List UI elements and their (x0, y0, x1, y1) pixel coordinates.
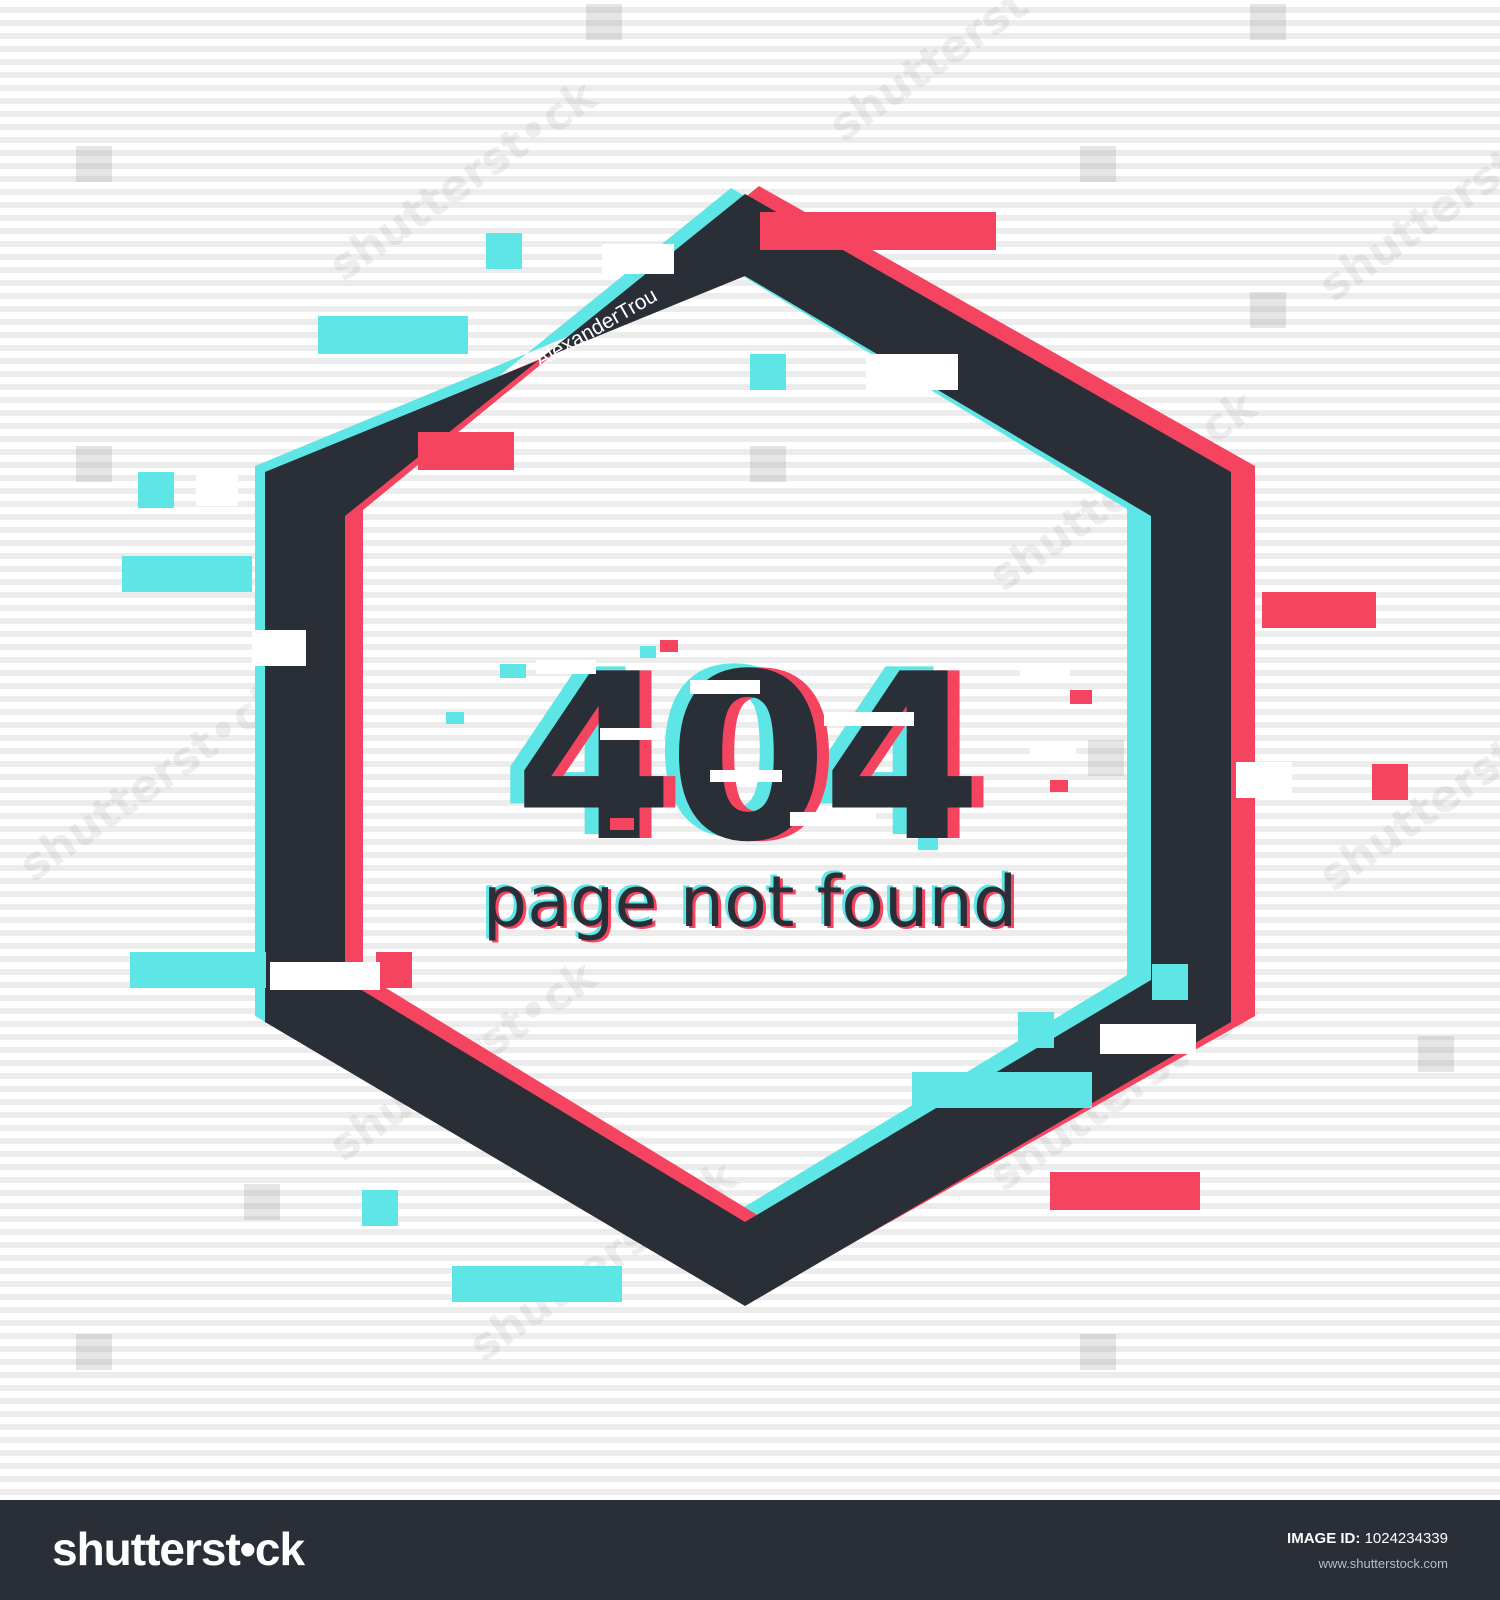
illustration-area: shutterst•ck shutterst•ck shutterst•ck s… (0, 0, 1500, 1500)
error-message: page not found (483, 861, 1018, 943)
author-tag: AlexanderTrou (531, 284, 661, 372)
image-id-line: IMAGE ID: 1024234339 (1287, 1530, 1448, 1547)
image-id-value: 1024234339 (1364, 1530, 1448, 1547)
footer-site-link[interactable]: www.shutterstock.com (1319, 1556, 1448, 1571)
footer-logo[interactable]: shutterst•ck (52, 1522, 305, 1576)
footer-bar: shutterst•ck IMAGE ID: 1024234339 www.sh… (0, 1500, 1500, 1600)
glitch-hexagon-graphic: AlexanderTrou 404 404 404 page not found (122, 186, 1408, 1306)
image-id-label: IMAGE ID: (1287, 1530, 1361, 1547)
